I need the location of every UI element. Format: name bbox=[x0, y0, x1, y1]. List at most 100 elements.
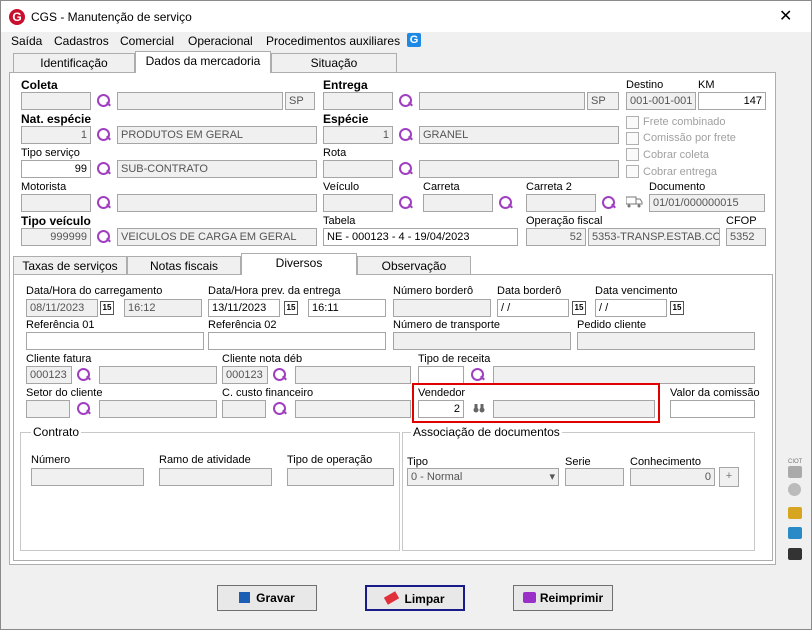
tipo-veiculo-label: Tipo veículo bbox=[21, 214, 91, 228]
setor-cliente-code-field[interactable] bbox=[26, 400, 70, 418]
tab-situacao[interactable]: Situação bbox=[271, 53, 397, 73]
numero-label: Número bbox=[31, 454, 71, 466]
carreta2-search-icon[interactable] bbox=[601, 195, 617, 211]
rota-search-icon[interactable] bbox=[398, 161, 414, 177]
veiculo-search-icon[interactable] bbox=[398, 195, 414, 211]
calendar-icon[interactable]: 15 bbox=[572, 301, 586, 315]
gravar-button[interactable]: Gravar bbox=[217, 585, 317, 611]
carreta-search-icon[interactable] bbox=[498, 195, 514, 211]
pedido-cliente-field[interactable] bbox=[577, 332, 755, 350]
especie-search-icon[interactable] bbox=[398, 127, 414, 143]
numero-bordero-label: Número borderô bbox=[393, 285, 474, 297]
tabela-field[interactable]: NE - 000123 - 4 - 19/04/2023 bbox=[323, 228, 518, 246]
cliente-fatura-code-field[interactable]: 000123 bbox=[26, 366, 72, 384]
carreta-field[interactable] bbox=[423, 194, 493, 212]
reimprimir-button[interactable]: Reimprimir bbox=[513, 585, 613, 611]
frete-combinado-checkbox[interactable] bbox=[626, 116, 639, 129]
menu-procedimentos-auxiliares[interactable]: Procedimentos auxiliares bbox=[266, 34, 400, 48]
nat-especie-code-field[interactable]: 1 bbox=[21, 126, 91, 144]
conhecimento-field[interactable]: 0 bbox=[630, 468, 715, 486]
menu-comercial[interactable]: Comercial bbox=[120, 34, 174, 48]
menu-saida[interactable]: Saída bbox=[11, 34, 42, 48]
calendar-icon[interactable]: 15 bbox=[670, 301, 684, 315]
motorista-search-icon[interactable] bbox=[96, 195, 112, 211]
custo-financeiro-label: C. custo financeiro bbox=[222, 387, 314, 399]
calendar-icon[interactable]: 15 bbox=[100, 301, 114, 315]
tab-observacao[interactable]: Observação bbox=[357, 256, 471, 276]
coleta-search-icon[interactable] bbox=[96, 93, 112, 109]
cobrar-coleta-checkbox[interactable] bbox=[626, 148, 639, 161]
motorista-name-field bbox=[117, 194, 317, 212]
window-title: CGS - Manutenção de serviço bbox=[31, 10, 192, 24]
km-field[interactable]: 147 bbox=[698, 92, 766, 110]
entrega-code-field[interactable] bbox=[323, 92, 393, 110]
cliente-nota-code-field[interactable]: 000123 bbox=[222, 366, 268, 384]
tipo-servico-code-field[interactable]: 99 bbox=[21, 160, 91, 178]
tipo-select-value: 0 - Normal bbox=[411, 471, 463, 483]
tipo-receita-code-field[interactable] bbox=[418, 366, 464, 384]
tipo-servico-search-icon[interactable] bbox=[96, 161, 112, 177]
valor-comissao-field[interactable] bbox=[670, 400, 755, 418]
app-shortcut-icon[interactable]: G bbox=[407, 33, 421, 47]
serie-field[interactable] bbox=[565, 468, 624, 486]
ciot-icon[interactable] bbox=[788, 466, 802, 478]
data-entrega-date-field[interactable]: 13/11/2023 bbox=[208, 299, 280, 317]
app-window: G CGS - Manutenção de serviço ✕ Saída Ca… bbox=[0, 0, 812, 630]
coleta-uf-field: SP bbox=[285, 92, 315, 110]
save-icon bbox=[239, 592, 251, 603]
menu-operacional[interactable]: Operacional bbox=[188, 34, 253, 48]
tab-taxas-de-servicos[interactable]: Taxas de serviços bbox=[13, 256, 127, 276]
tipo-veiculo-code-field[interactable]: 999999 bbox=[21, 228, 91, 246]
entrega-label: Entrega bbox=[323, 78, 368, 92]
tab-diversos[interactable]: Diversos bbox=[241, 253, 357, 275]
data-bordero-field[interactable]: / / bbox=[497, 299, 569, 317]
circle-icon[interactable] bbox=[788, 483, 801, 496]
custo-financeiro-code-field[interactable] bbox=[222, 400, 266, 418]
add-document-button[interactable]: + bbox=[719, 467, 739, 487]
tab-notas-fiscais[interactable]: Notas fiscais bbox=[127, 256, 241, 276]
operacao-fiscal-code-field[interactable]: 52 bbox=[526, 228, 586, 246]
cliente-fatura-search-icon[interactable] bbox=[76, 367, 92, 383]
cliente-nota-search-icon[interactable] bbox=[272, 367, 288, 383]
numero-bordero-field[interactable] bbox=[393, 299, 491, 317]
hand-pointer-icon[interactable] bbox=[788, 507, 802, 519]
cobrar-entrega-checkbox[interactable] bbox=[626, 165, 639, 178]
especie-code-field[interactable]: 1 bbox=[323, 126, 393, 144]
data-carregamento-date-field[interactable]: 08/11/2023 bbox=[26, 299, 98, 317]
tipo-receita-search-icon[interactable] bbox=[470, 367, 486, 383]
carreta2-field[interactable] bbox=[526, 194, 596, 212]
setor-cliente-search-icon[interactable] bbox=[76, 401, 92, 417]
users-icon[interactable] bbox=[788, 527, 802, 539]
motorista-code-field[interactable] bbox=[21, 194, 91, 212]
tab-dados-da-mercadoria[interactable]: Dados da mercadoria bbox=[135, 51, 271, 73]
tipo-veiculo-search-icon[interactable] bbox=[96, 229, 112, 245]
coleta-code-field[interactable] bbox=[21, 92, 91, 110]
nat-especie-search-icon[interactable] bbox=[96, 127, 112, 143]
rota-code-field[interactable] bbox=[323, 160, 393, 178]
user-edit-icon[interactable] bbox=[788, 548, 802, 560]
referencia02-field[interactable] bbox=[208, 332, 386, 350]
data-entrega-time-field[interactable]: 16:11 bbox=[308, 299, 386, 317]
eraser-icon bbox=[384, 591, 400, 605]
custo-financeiro-search-icon[interactable] bbox=[272, 401, 288, 417]
menu-cadastros[interactable]: Cadastros bbox=[54, 34, 109, 48]
tipo-select[interactable]: 0 - Normal ▾ bbox=[407, 468, 559, 486]
veiculo-field[interactable] bbox=[323, 194, 393, 212]
tipo-operacao-field[interactable] bbox=[287, 468, 394, 486]
menu-bar: Saída Cadastros Comercial Operacional Pr… bbox=[1, 32, 811, 50]
limpar-button[interactable]: Limpar bbox=[365, 585, 465, 611]
entrega-search-icon[interactable] bbox=[398, 93, 414, 109]
referencia01-field[interactable] bbox=[26, 332, 204, 350]
truck-icon[interactable] bbox=[625, 196, 643, 208]
data-carregamento-time-field[interactable]: 16:12 bbox=[124, 299, 202, 317]
tab-identificacao[interactable]: Identificação bbox=[13, 53, 135, 73]
ramo-field[interactable] bbox=[159, 468, 272, 486]
close-icon[interactable]: ✕ bbox=[779, 6, 792, 26]
coleta-label: Coleta bbox=[21, 78, 58, 92]
numero-transporte-field[interactable] bbox=[393, 332, 571, 350]
documento-label: Documento bbox=[649, 181, 706, 193]
comissao-por-frete-checkbox[interactable] bbox=[626, 132, 639, 145]
calendar-icon[interactable]: 15 bbox=[284, 301, 298, 315]
numero-field[interactable] bbox=[31, 468, 144, 486]
data-vencimento-field[interactable]: / / bbox=[595, 299, 667, 317]
